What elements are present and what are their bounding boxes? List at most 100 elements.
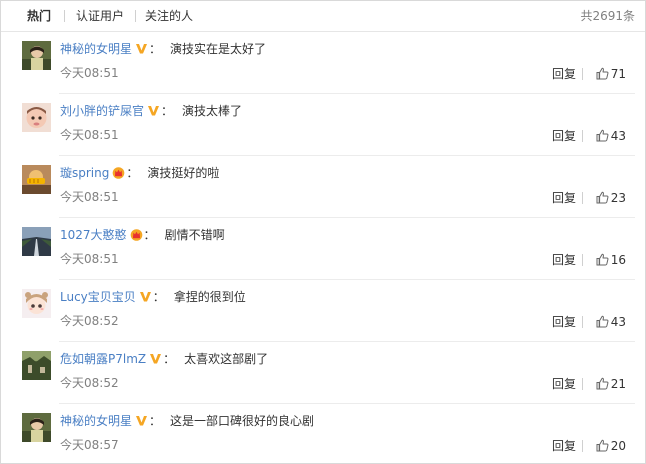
username-link[interactable]: 神秘的女明星 [60, 414, 132, 428]
comment-line: Lucy宝贝宝贝 ： 拿捏的很到位 [60, 288, 246, 306]
like-count: 20 [610, 439, 626, 453]
total-comment-count: 共2691条 [580, 9, 635, 23]
like-button[interactable]: 43 [596, 314, 626, 330]
comment-line: 神秘的女明星 ： 演技实在是太好了 [60, 40, 266, 58]
like-count: 16 [610, 253, 626, 267]
comment-tab-bar: 热门 认证用户 关注的人 共2691条 [1, 1, 645, 32]
comment-time: 今天08:52 [60, 314, 119, 328]
verified-v-icon [135, 42, 148, 55]
crown-vip-icon [112, 166, 125, 179]
tab-divider [135, 10, 136, 22]
comment-text: 拿捏的很到位 [173, 290, 246, 304]
username-link[interactable]: 璇spring [60, 166, 109, 180]
colon-separator: ： [152, 290, 165, 304]
like-count: 43 [610, 315, 626, 329]
colon-separator: ： [143, 228, 156, 242]
avatar[interactable] [22, 413, 51, 442]
comment-line: 危如朝露P7lmZ ： 太喜欢这部剧了 [60, 350, 268, 368]
like-button[interactable]: 43 [596, 128, 626, 144]
comment-text: 演技挺好的啦 [147, 166, 220, 180]
comment-time: 今天08:51 [60, 190, 119, 204]
comment-line: 1027大憨憨 ： 剧情不错啊 [60, 226, 225, 244]
reply-button[interactable]: 回复 [552, 252, 576, 268]
avatar[interactable] [22, 351, 51, 380]
verified-v-icon [147, 104, 160, 117]
comment-time: 今天08:52 [60, 376, 119, 390]
colon-separator: ： [126, 166, 139, 180]
avatar[interactable] [22, 103, 51, 132]
avatar[interactable] [22, 41, 51, 70]
comment-time: 今天08:51 [60, 252, 119, 266]
thumbs-up-icon [596, 377, 611, 391]
comment-text: 剧情不错啊 [164, 228, 225, 242]
action-divider [582, 254, 583, 266]
reply-button[interactable]: 回复 [552, 190, 576, 206]
comment-line: 刘小胖的铲屎官 ： 演技太棒了 [60, 102, 242, 120]
tab-divider [64, 10, 65, 22]
action-divider [582, 192, 583, 204]
username-link[interactable]: Lucy宝贝宝贝 [60, 290, 136, 304]
comment-item: 神秘的女明星 ： 演技实在是太好了 今天08:51 回复 71 [1, 32, 645, 94]
thumbs-up-icon [596, 439, 611, 453]
thumbs-up-icon [596, 191, 611, 205]
comment-item: 刘小胖的铲屎官 ： 演技太棒了 今天08:51 回复 43 [1, 94, 645, 156]
comment-item: 危如朝露P7lmZ ： 太喜欢这部剧了 今天08:52 回复 21 [1, 342, 645, 404]
action-divider [582, 440, 583, 452]
verified-v-icon [135, 414, 148, 427]
like-button[interactable]: 20 [596, 438, 626, 454]
colon-separator: ： [149, 42, 162, 56]
like-button[interactable]: 23 [596, 190, 626, 206]
like-button[interactable]: 71 [596, 66, 626, 82]
reply-button[interactable]: 回复 [552, 314, 576, 330]
thumbs-up-icon [596, 67, 611, 81]
colon-separator: ： [163, 352, 176, 366]
verified-v-icon [139, 290, 152, 303]
comment-item: 1027大憨憨 ： 剧情不错啊 今天08:51 回复 16 [1, 218, 645, 280]
comment-line: 神秘的女明星 ： 这是一部口碑很好的良心剧 [60, 412, 314, 430]
comment-time: 今天08:57 [60, 438, 119, 452]
action-divider [582, 316, 583, 328]
username-link[interactable]: 神秘的女明星 [60, 42, 132, 56]
comment-item: 璇spring ： 演技挺好的啦 今天08:51 回复 23 [1, 156, 645, 218]
avatar[interactable] [22, 227, 51, 256]
comment-list: 神秘的女明星 ： 演技实在是太好了 今天08:51 回复 71 刘小胖的铲屎官 ： 演技… [1, 32, 645, 463]
crown-vip-icon [130, 228, 143, 241]
reply-button[interactable]: 回复 [552, 438, 576, 454]
comment-item: 神秘的女明星 ： 这是一部口碑很好的良心剧 今天08:57 回复 20 [1, 404, 645, 463]
tab-hot[interactable]: 热门 [27, 8, 51, 24]
reply-button[interactable]: 回复 [552, 376, 576, 392]
comment-text: 太喜欢这部剧了 [184, 352, 269, 366]
thumbs-up-icon [596, 253, 611, 267]
like-count: 21 [610, 377, 626, 391]
like-count: 23 [610, 191, 626, 205]
username-link[interactable]: 1027大憨憨 [60, 228, 127, 242]
like-button[interactable]: 21 [596, 376, 626, 392]
comment-text: 这是一部口碑很好的良心剧 [170, 414, 315, 428]
comment-item: Lucy宝贝宝贝 ： 拿捏的很到位 今天08:52 回复 43 [1, 280, 645, 342]
action-divider [582, 130, 583, 142]
like-count: 43 [610, 129, 626, 143]
colon-separator: ： [149, 414, 162, 428]
comment-time: 今天08:51 [60, 66, 119, 80]
avatar[interactable] [22, 165, 51, 194]
thumbs-up-icon [596, 129, 611, 143]
comment-line: 璇spring ： 演技挺好的啦 [60, 164, 219, 182]
comment-text: 演技太棒了 [182, 104, 243, 118]
comment-text: 演技实在是太好了 [170, 42, 267, 56]
tab-verified-users[interactable]: 认证用户 [76, 8, 124, 24]
action-divider [582, 378, 583, 390]
username-link[interactable]: 危如朝露P7lmZ [60, 352, 146, 366]
colon-separator: ： [161, 104, 174, 118]
comment-time: 今天08:51 [60, 128, 119, 142]
reply-button[interactable]: 回复 [552, 128, 576, 144]
action-divider [582, 68, 583, 80]
tab-following[interactable]: 关注的人 [145, 8, 193, 24]
avatar[interactable] [22, 289, 51, 318]
thumbs-up-icon [596, 315, 611, 329]
like-count: 71 [610, 67, 626, 81]
username-link[interactable]: 刘小胖的铲屎官 [60, 104, 144, 118]
like-button[interactable]: 16 [596, 252, 626, 268]
comment-panel: 热门 认证用户 关注的人 共2691条 神秘的女明星 ： 演技实在是太好了 今天08… [0, 0, 646, 464]
reply-button[interactable]: 回复 [552, 66, 576, 82]
verified-v-icon [149, 352, 162, 365]
